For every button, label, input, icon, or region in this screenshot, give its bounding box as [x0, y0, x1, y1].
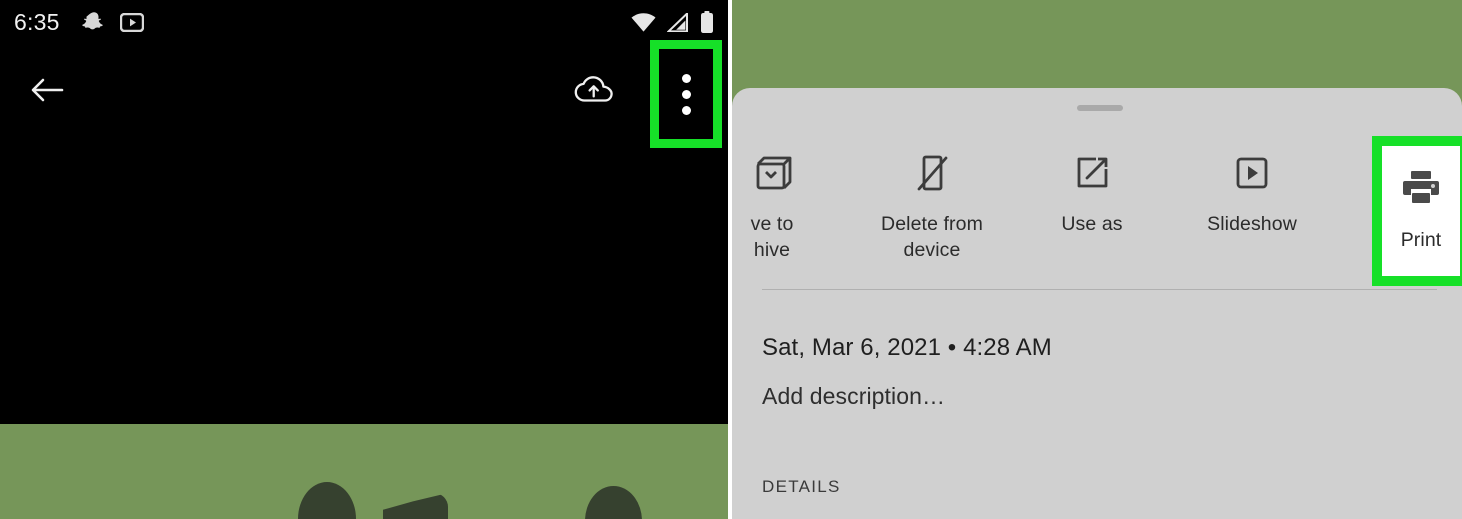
cellular-signal-icon	[667, 12, 689, 32]
action-label-use-as: Use as	[1061, 213, 1123, 235]
photo-shape-middle	[383, 493, 448, 519]
action-label-delete-from-device: Delete from device	[881, 213, 983, 261]
photo-shape-left	[298, 482, 356, 519]
printer-icon	[1401, 164, 1441, 210]
action-move-to-archive[interactable]: ve to hive	[732, 136, 852, 264]
add-description-field[interactable]: Add description…	[762, 383, 945, 410]
action-delete-from-device[interactable]: Delete from device	[852, 136, 1012, 264]
status-bar-notification-icons	[81, 10, 144, 34]
menu-dot	[681, 89, 691, 99]
photo-date-time: Sat, Mar 6, 2021 • 4:28 AM	[762, 334, 1052, 361]
battery-icon	[700, 11, 714, 33]
three-dot-menu-icon[interactable]	[681, 73, 691, 115]
phone-slash-icon	[911, 150, 953, 196]
details-section-header: DETAILS	[762, 477, 841, 496]
wifi-icon	[631, 12, 656, 32]
drag-handle[interactable]	[1077, 105, 1123, 111]
menu-dot	[681, 73, 691, 83]
photo-green-area	[0, 424, 728, 519]
status-bar-system-icons	[631, 11, 714, 33]
archive-icon	[751, 150, 793, 196]
action-label-print: Print	[1400, 229, 1442, 251]
sheet-action-row: ve to hive Delete from device Use as Sli…	[732, 136, 1462, 286]
bottom-sheet: ve to hive Delete from device Use as Sli…	[732, 88, 1462, 519]
open-in-new-icon	[1071, 150, 1113, 196]
menu-dot	[681, 105, 691, 115]
status-bar-clock: 6:35	[14, 8, 60, 35]
left-panel-photo-viewer: 6:35	[0, 0, 728, 519]
photo-shape-right	[585, 486, 642, 519]
snapchat-icon	[81, 10, 106, 34]
overflow-menu-button-highlight[interactable]	[650, 40, 722, 148]
sheet-divider	[762, 289, 1437, 290]
youtube-icon	[119, 12, 144, 32]
action-print-highlight[interactable]: Print	[1372, 136, 1462, 286]
back-arrow-icon[interactable]	[30, 76, 64, 104]
photo-toolbar	[0, 58, 728, 122]
right-panel-detail-sheet: ve to hive Delete from device Use as Sli…	[732, 0, 1462, 519]
cloud-upload-icon[interactable]	[566, 62, 622, 118]
action-slideshow[interactable]: Slideshow	[1172, 136, 1332, 238]
status-bar: 6:35	[0, 0, 728, 44]
action-label-move-to-archive: ve to hive	[750, 213, 794, 261]
action-use-as[interactable]: Use as	[1012, 136, 1172, 238]
screenshot-root: 6:35 ve to hive Delete from device Use a…	[0, 0, 1462, 519]
action-label-slideshow: Slideshow	[1207, 213, 1297, 235]
slideshow-play-icon	[1231, 150, 1273, 196]
